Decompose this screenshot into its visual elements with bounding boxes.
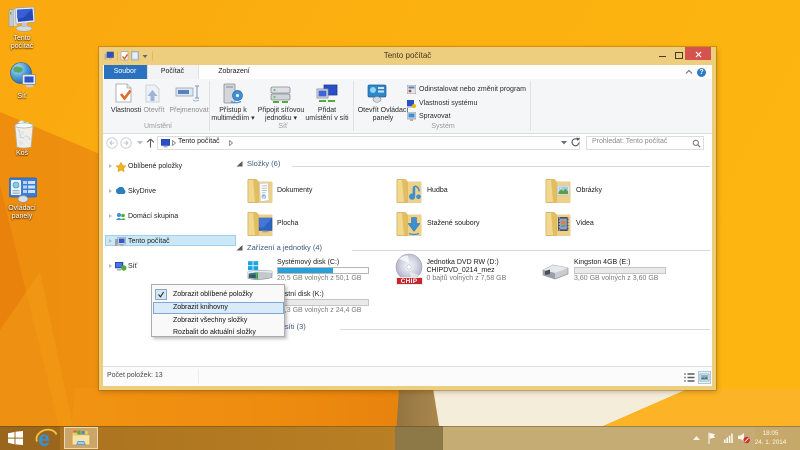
svg-text:e: e bbox=[38, 428, 50, 449]
